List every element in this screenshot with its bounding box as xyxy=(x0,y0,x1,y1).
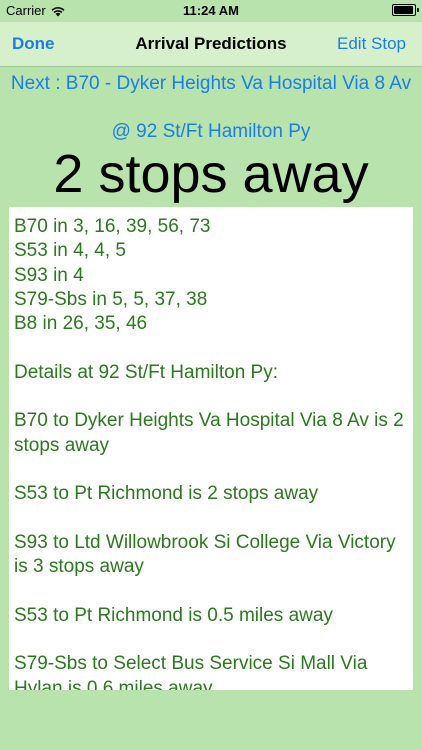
predictions-text-view[interactable]: B70 in 3, 16, 39, 56, 73 S53 in 4, 4, 5 S9… xyxy=(9,207,413,690)
detail-entry: S93 to Ltd Willowbrook Si College Via Vi… xyxy=(14,531,396,578)
arrival-line: S93 in 4 xyxy=(14,264,84,286)
detail-entry: S53 to Pt Richmond is 0.5 miles away xyxy=(14,604,333,626)
detail-entry: S53 to Pt Richmond is 2 stops away xyxy=(14,483,319,505)
detail-entry: S79-Sbs to Select Bus Service Si Mall Vi… xyxy=(14,653,368,690)
status-time: 11:24 AM xyxy=(183,3,239,18)
arrival-line: B70 in 3, 16, 39, 56, 73 xyxy=(14,216,211,237)
battery-icon xyxy=(392,4,419,16)
detail-entry: B70 to Dyker Heights Va Hospital Via 8 A… xyxy=(14,410,404,456)
stops-away-status: 2 stops away xyxy=(53,144,369,204)
arrival-line: S79-Sbs in 5, 5, 37, 38 xyxy=(14,288,208,310)
navigation-bar: Done Arrival Predictions Edit Stop xyxy=(0,22,422,67)
next-route-label: Next : B70 - Dyker Heights Va Hospital V… xyxy=(10,73,412,94)
edit-stop-button[interactable]: Edit Stop xyxy=(337,34,406,54)
arrival-line: S53 in 4, 4, 5 xyxy=(14,240,126,262)
arrival-line: B8 in 26, 35, 46 xyxy=(14,313,148,335)
details-heading: Details at 92 St/Ft Hamilton Py: xyxy=(14,361,278,383)
predictions-text: B70 in 3, 16, 39, 56, 73 S53 in 4, 4, 5 S9… xyxy=(9,207,413,690)
status-bar: Carrier 11:24 AM xyxy=(0,0,422,22)
